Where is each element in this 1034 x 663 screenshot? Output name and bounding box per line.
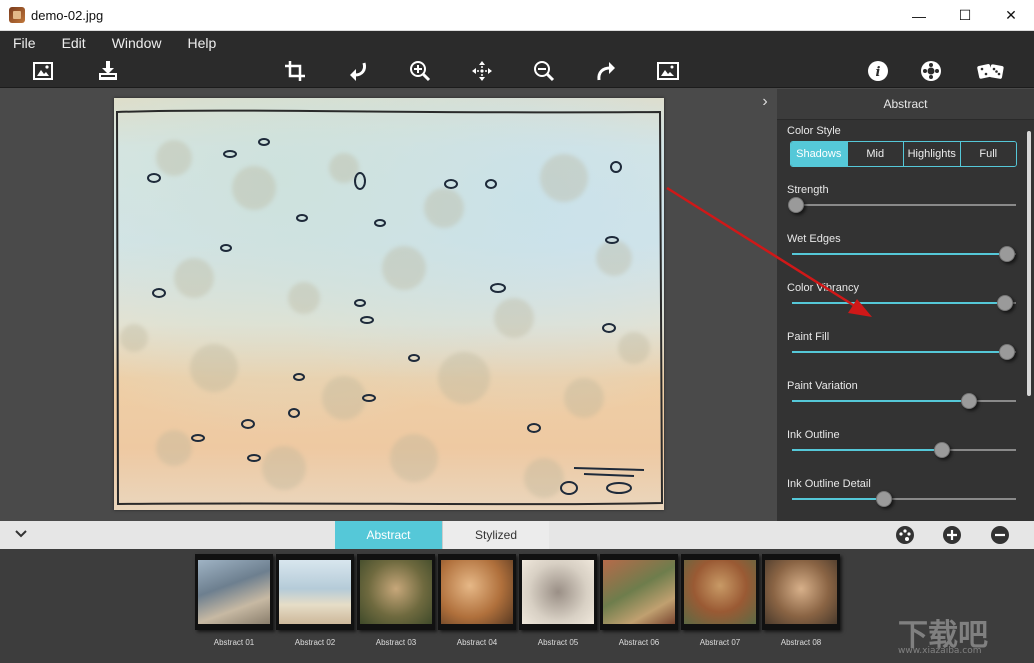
preset-thumbnail-abstract-07[interactable] [681, 554, 759, 630]
preset-label: Abstract 04 [456, 638, 498, 647]
toolbar: i [0, 55, 1034, 88]
pan-icon[interactable] [469, 59, 495, 83]
preset-label: Abstract 05 [537, 638, 579, 647]
preset-thumbnail-abstract-01[interactable] [195, 554, 273, 630]
app-icon [9, 7, 25, 23]
undo-icon[interactable] [345, 59, 371, 83]
watermark-url: www.xiazaiba.com [898, 646, 982, 656]
color-style-full[interactable]: Full [960, 142, 1016, 166]
slider-thumb[interactable] [961, 393, 977, 409]
slider-label-paint-variation: Paint Variation [787, 380, 858, 392]
settings-icon[interactable] [918, 59, 944, 83]
slider-label-ink-outline: Ink Outline [787, 429, 840, 441]
preset-thumbnail-abstract-05[interactable] [519, 554, 597, 630]
open-image-icon[interactable] [30, 59, 56, 83]
panel-scrollbar[interactable] [1027, 131, 1031, 396]
palette-icon[interactable] [895, 525, 915, 545]
collapse-presets-chevron-icon[interactable] [13, 526, 29, 542]
slider-label-color-vibrancy: Color Vibrancy [787, 282, 859, 294]
preset-label: Abstract 02 [294, 638, 336, 647]
zoom-out-icon[interactable] [531, 59, 557, 83]
adjustment-panel: Abstract Color Style Shadows Mid Highlig… [777, 89, 1034, 521]
slider-thumb[interactable] [788, 197, 804, 213]
slider-label-wet-edges: Wet Edges [787, 233, 841, 245]
slider-thumb[interactable] [997, 295, 1013, 311]
menu-bar: File Edit Window Help [0, 31, 1034, 55]
preset-thumbnail-abstract-04[interactable] [438, 554, 516, 630]
info-icon[interactable]: i [865, 59, 891, 83]
preset-label: Abstract 06 [618, 638, 660, 647]
preset-label: Abstract 07 [699, 638, 741, 647]
title-bar: demo-02.jpg — ☐ ✕ [0, 0, 1034, 31]
watermark-logo: 下载吧 www.xiazaiba.com [898, 610, 1028, 660]
slider-paint-fill[interactable] [792, 344, 1016, 360]
menu-window[interactable]: Window [99, 35, 175, 51]
tab-abstract[interactable]: Abstract [335, 521, 442, 549]
preset-label: Abstract 01 [213, 638, 255, 647]
remove-icon[interactable] [990, 525, 1010, 545]
crop-icon[interactable] [282, 59, 308, 83]
close-button[interactable]: ✕ [988, 0, 1034, 31]
preset-thumbnail-abstract-03[interactable] [357, 554, 435, 630]
tab-stylized[interactable]: Stylized [442, 521, 549, 549]
slider-wet-edges[interactable] [792, 246, 1016, 262]
slider-ink-outline[interactable] [792, 442, 1016, 458]
preset-label: Abstract 03 [375, 638, 417, 647]
preset-thumbnail-abstract-08[interactable] [762, 554, 840, 630]
slider-thumb[interactable] [934, 442, 950, 458]
preset-tab-bar: Abstract Stylized [0, 521, 1034, 549]
menu-file[interactable]: File [0, 35, 49, 51]
menu-edit[interactable]: Edit [49, 35, 99, 51]
random-dice-icon[interactable] [976, 59, 1006, 83]
preset-gallery: Abstract 01 Abstract 02 Abstract 03 Abst… [0, 549, 1034, 663]
color-style-shadows[interactable]: Shadows [791, 142, 848, 166]
svg-text:i: i [876, 65, 881, 80]
slider-thumb[interactable] [876, 491, 892, 507]
menu-help[interactable]: Help [174, 35, 229, 51]
color-style-highlights[interactable]: Highlights [904, 142, 961, 166]
preset-thumbnail-abstract-02[interactable] [276, 554, 354, 630]
color-style-label: Color Style [787, 125, 841, 137]
slider-color-vibrancy[interactable] [792, 295, 1016, 311]
add-icon[interactable] [942, 525, 962, 545]
preset-label: Abstract 08 [780, 638, 822, 647]
redo-icon[interactable] [593, 59, 619, 83]
fit-image-icon[interactable] [655, 59, 681, 83]
maximize-button[interactable]: ☐ [942, 0, 988, 31]
color-style-segmented-control: Shadows Mid Highlights Full [790, 141, 1017, 167]
minimize-button[interactable]: — [896, 0, 942, 31]
slider-label-paint-fill: Paint Fill [787, 331, 830, 343]
panel-title: Abstract [777, 89, 1034, 120]
image-preview[interactable] [114, 98, 664, 510]
slider-paint-variation[interactable] [792, 393, 1016, 409]
slider-ink-outline-detail[interactable] [792, 491, 1016, 507]
zoom-in-icon[interactable] [407, 59, 433, 83]
slider-thumb[interactable] [999, 246, 1015, 262]
slider-label-strength: Strength [787, 184, 829, 196]
color-style-mid[interactable]: Mid [847, 142, 904, 166]
window-title: demo-02.jpg [31, 7, 104, 23]
slider-thumb[interactable] [999, 344, 1015, 360]
preset-thumbnail-abstract-06[interactable] [600, 554, 678, 630]
canvas-area[interactable]: › [0, 89, 777, 521]
slider-strength[interactable] [788, 197, 1016, 213]
save-image-icon[interactable] [95, 59, 121, 83]
slider-label-ink-outline-detail: Ink Outline Detail [787, 478, 871, 490]
collapse-panel-chevron-icon[interactable]: › [757, 93, 773, 111]
